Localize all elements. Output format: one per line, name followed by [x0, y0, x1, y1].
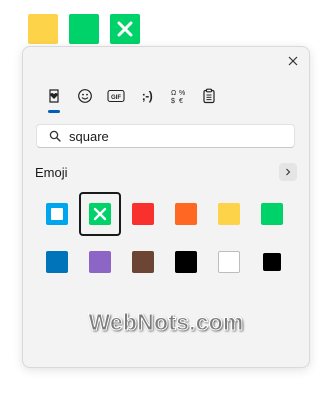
smiley-icon: [78, 89, 92, 103]
emoji-cell-purple-square[interactable]: [79, 240, 121, 284]
search-icon: [49, 130, 61, 142]
watermark: WebNots.com: [88, 309, 244, 336]
white-large-square: [218, 251, 240, 273]
svg-text:€: €: [179, 98, 183, 104]
emoji-cell-red-square[interactable]: [122, 192, 164, 236]
emoji-grid: [36, 192, 293, 284]
tab-gif[interactable]: GIF: [105, 85, 127, 107]
brown-square: [132, 251, 154, 273]
cross-icon: [93, 207, 107, 221]
category-tabs: GIF ;-) Ω % $ €: [43, 85, 220, 113]
green-square: [69, 14, 99, 44]
emoji-cell-brown-square[interactable]: [122, 240, 164, 284]
black-medium-square: [263, 253, 281, 271]
purple-square: [89, 251, 111, 273]
search-input[interactable]: [69, 128, 269, 144]
tab-emoji[interactable]: [74, 85, 96, 107]
kaomoji-icon: ;-): [141, 89, 153, 103]
tab-kaomoji[interactable]: ;-): [136, 85, 158, 107]
emoji-cell-orange-square[interactable]: [165, 192, 207, 236]
symbols-icon: Ω % $ €: [171, 90, 185, 104]
svg-text:$: $: [171, 98, 175, 104]
section-title: Emoji: [35, 165, 68, 180]
yellow-square: [28, 14, 58, 44]
green-square: [261, 203, 283, 225]
svg-text:GIF: GIF: [111, 95, 121, 101]
emoji-cell-blue-square-button[interactable]: [36, 192, 78, 236]
tab-clipboard[interactable]: [198, 85, 220, 107]
black-large-square: [175, 251, 197, 273]
tab-symbols[interactable]: Ω % $ €: [167, 85, 189, 107]
emoji-panel: GIF ;-) Ω % $ € square Emoji WebNots.com: [22, 46, 310, 368]
heart-clock-icon: [49, 89, 59, 103]
svg-text:%: %: [179, 90, 185, 97]
red-square: [132, 203, 154, 225]
button-inner-square: [51, 208, 63, 220]
blue-square-button: [46, 203, 68, 225]
search-box[interactable]: [36, 124, 295, 148]
emoji-cell-black-large-square[interactable]: [165, 240, 207, 284]
yellow-square: [218, 203, 240, 225]
gif-icon: GIF: [107, 89, 125, 103]
emoji-cell-blue-square[interactable]: [36, 240, 78, 284]
inserted-emoji-row: [28, 14, 140, 44]
emoji-cell-white-large-square[interactable]: [208, 240, 250, 284]
emoji-cell-green-square[interactable]: [251, 192, 293, 236]
svg-text:Ω: Ω: [171, 90, 176, 97]
chevron-right-icon: [286, 168, 291, 176]
tab-recently-used[interactable]: [43, 85, 65, 113]
close-icon: [288, 56, 298, 66]
clipboard-icon: [203, 88, 215, 104]
emoji-cell-black-medium-square[interactable]: [251, 240, 293, 284]
emoji-cell-cross-mark-button[interactable]: [79, 192, 121, 236]
cross-icon: [117, 21, 133, 37]
close-button[interactable]: [285, 53, 301, 69]
orange-square: [175, 203, 197, 225]
emoji-cell-yellow-square[interactable]: [208, 192, 250, 236]
cross-mark-button: [89, 203, 111, 225]
blue-square: [46, 251, 68, 273]
expand-section-button[interactable]: [279, 163, 297, 181]
cross-mark-button: [110, 14, 140, 44]
